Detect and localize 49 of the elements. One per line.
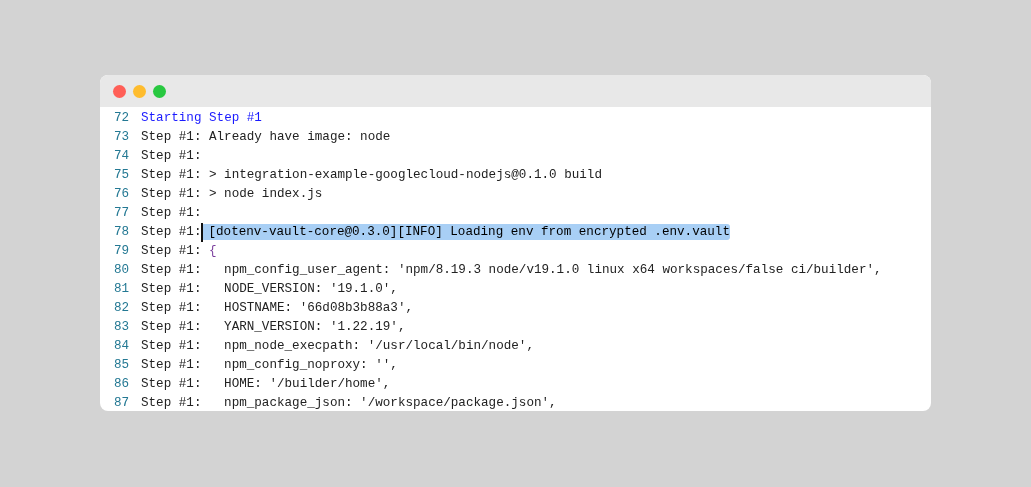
step-prefix: Step #1: [141, 395, 202, 410]
log-text: npm_config_user_agent: 'npm/8.19.3 node/v19.1.0 linux x64 workspaces/false ci/builder', [223, 262, 882, 277]
line-number: 85 [112, 357, 129, 372]
line-number: 80 [112, 262, 129, 277]
line-number: 78 [112, 224, 129, 239]
log-text: HOME: '/builder/home', [223, 376, 391, 391]
step-prefix: Step #1: [141, 129, 202, 144]
step-prefix: Step #1: [141, 338, 202, 353]
step-prefix: Step #1: [141, 186, 202, 201]
zoom-button[interactable] [153, 84, 166, 98]
step-prefix: Step #1: [141, 281, 202, 296]
line-number: 82 [112, 300, 129, 315]
step-prefix: Step #1: [141, 148, 202, 163]
log-text: > node index.js [208, 186, 323, 201]
text-cursor [201, 222, 204, 242]
log-text: HOSTNAME: '66d08b3b88a3', [223, 300, 414, 315]
log-text: npm_node_execpath: '/usr/local/bin/node', [223, 338, 534, 353]
line-number: 87 [112, 395, 129, 410]
log-text: Starting Step #1 [141, 110, 262, 125]
line-number: 72 [112, 110, 129, 125]
line-number: 75 [112, 167, 129, 182]
step-prefix: Step #1: [141, 262, 202, 277]
line-number: 83 [112, 319, 129, 334]
line-number: 73 [112, 129, 129, 144]
line-number: 79 [112, 243, 129, 258]
minimize-button[interactable] [133, 84, 146, 98]
line-number: 86 [112, 376, 129, 391]
log-text: NODE_VERSION: '19.1.0', [223, 281, 398, 296]
line-number: 74 [112, 148, 129, 163]
step-prefix: Step #1: [141, 357, 202, 372]
step-prefix: Step #1: [141, 205, 202, 220]
step-prefix: Step #1: [141, 300, 202, 315]
log-text: YARN_VERSION: '1.22.19', [223, 319, 406, 334]
line-number: 76 [112, 186, 129, 201]
step-prefix: Step #1: [141, 224, 202, 239]
log-text: > integration-example-googlecloud-nodejs@0.1.0 build [208, 167, 602, 182]
step-prefix: Step #1: [141, 319, 202, 334]
line-number: 84 [112, 338, 129, 353]
line-number: 81 [112, 281, 129, 296]
step-prefix: Step #1: [141, 243, 202, 258]
step-prefix: Step #1: [141, 376, 202, 391]
log-text: { [208, 243, 217, 258]
step-prefix: Step #1: [141, 167, 202, 182]
log-text: Already have image: node [208, 129, 391, 144]
line-number: 77 [112, 205, 129, 220]
log-text: npm_package_json: '/workspace/package.json', [223, 395, 557, 410]
close-button[interactable] [113, 84, 126, 98]
selected-text: [dotenv-vault-core@0.3.0][INFO] Loading env from encrypted .env.vault [201, 223, 730, 240]
log-text: npm_config_noproxy: '', [223, 357, 398, 372]
